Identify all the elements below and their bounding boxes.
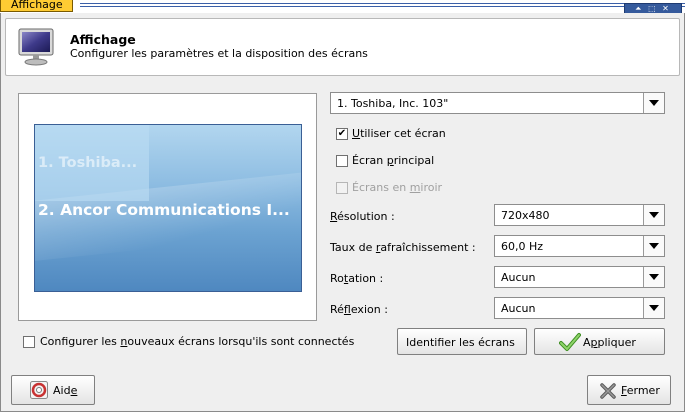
resolution-select[interactable]: 720x480	[494, 204, 665, 226]
chevron-down-icon[interactable]	[643, 267, 664, 287]
auto-configure-label-pre: Configurer les	[40, 335, 121, 348]
auto-configure-label-post: ouveaux écrans lorsqu'ils sont connectés	[127, 335, 355, 348]
refresh-rate-label-pre: Taux de	[330, 241, 376, 254]
help-label-pre: Aid	[53, 384, 71, 397]
rotation-select[interactable]: Aucun	[494, 266, 665, 288]
checkmark-icon: ✔	[337, 128, 347, 139]
identify-screens-label: Identifier les écrans	[406, 336, 515, 349]
mirror-screens-checkbox	[336, 182, 348, 194]
rotation-label-post: ation :	[348, 272, 384, 285]
reflection-label-post: lexion :	[350, 303, 388, 316]
mirror-screens-label-pre: Écrans en	[352, 181, 410, 194]
help-lifebuoy-icon	[30, 381, 48, 402]
auto-configure-checkbox[interactable]	[23, 336, 35, 348]
reflection-select[interactable]: Aucun	[494, 297, 665, 319]
refresh-rate-label: Taux de rafraîchissement :	[330, 241, 476, 254]
apply-label-mnemonic: p	[590, 336, 598, 349]
use-screen-label-post: tiliser cet écran	[360, 127, 446, 140]
chevron-down-icon[interactable]	[643, 205, 664, 225]
monitor-1-label: 1. Toshiba...	[38, 155, 138, 171]
header-subtitle: Configurer les paramètres et la disposit…	[70, 47, 368, 60]
use-screen-label-mnemonic: U	[352, 127, 361, 140]
resolution-value: 720x480	[501, 209, 550, 222]
primary-screen-checkbox[interactable]	[336, 155, 348, 167]
resolution-label-post: ésolution :	[337, 210, 395, 223]
primary-screen-label-mnemonic: p	[386, 154, 394, 167]
primary-screen-label-pre: Écran	[352, 154, 387, 167]
help-label: Aide	[53, 384, 77, 397]
dialog-header: Affichage Configurer les paramètres et l…	[5, 18, 680, 76]
auto-configure-label[interactable]: Configurer les nouveaux écrans lorsqu'il…	[40, 335, 354, 348]
reflection-label-pre: Ré	[330, 303, 344, 316]
apply-label-pre: A	[583, 336, 591, 349]
window-controls-icons[interactable]: ⏶ ⬚ ✕	[635, 4, 671, 13]
titlebar-stripe-2	[80, 6, 685, 7]
primary-screen-label-post: rincipal	[393, 154, 435, 167]
resolution-label: Résolution :	[330, 210, 395, 223]
monitor-select[interactable]: 1. Toshiba, Inc. 103"	[330, 92, 665, 114]
monitor-icon	[18, 27, 54, 67]
rotation-label-pre: Ro	[330, 272, 344, 285]
close-label-post: ermer	[626, 384, 660, 397]
refresh-rate-value: 60,0 Hz	[501, 240, 544, 253]
identify-screens-button[interactable]: Identifier les écrans	[397, 328, 527, 355]
primary-screen-label[interactable]: Écran principal	[352, 154, 434, 167]
rotation-value: Aucun	[501, 271, 536, 284]
chevron-down-icon[interactable]	[643, 298, 664, 318]
mirror-screens-label-mnemonic: m	[409, 181, 421, 194]
close-icon	[599, 382, 617, 403]
refresh-rate-select[interactable]: 60,0 Hz	[494, 235, 665, 257]
reflection-label-mnemonic: f	[343, 303, 351, 316]
titlebar-stripe	[80, 3, 685, 4]
refresh-rate-label-post: afraîchissement :	[380, 241, 476, 254]
mirror-screens-label-post: iroir	[420, 181, 443, 194]
use-screen-checkbox[interactable]: ✔	[336, 128, 348, 140]
window-title: Affichage	[11, 0, 63, 11]
checkmark-icon	[559, 332, 581, 355]
help-button[interactable]: Aide	[11, 375, 95, 405]
header-title: Affichage	[70, 32, 136, 47]
chevron-down-icon[interactable]	[643, 93, 664, 113]
apply-label-post: pliquer	[597, 336, 636, 349]
window-title-tab[interactable]: Affichage	[0, 0, 73, 12]
preview-desktop[interactable]: 1. Toshiba... 2. Ancor Communications I.…	[34, 124, 302, 292]
close-label: Fermer	[621, 384, 660, 397]
use-screen-label[interactable]: Utiliser cet écran	[352, 127, 446, 140]
chevron-down-icon[interactable]	[643, 236, 664, 256]
reflection-label: Réflexion :	[330, 303, 388, 316]
help-label-mnemonic: e	[70, 384, 78, 397]
mirror-screens-label: Écrans en miroir	[352, 181, 442, 194]
rotation-label: Rotation :	[330, 272, 383, 285]
apply-label: Appliquer	[583, 336, 636, 349]
monitor-select-value: 1. Toshiba, Inc. 103"	[337, 97, 449, 110]
apply-button[interactable]: Appliquer	[534, 328, 665, 355]
monitor-2-label: 2. Ancor Communications I...	[38, 201, 290, 219]
monitor-layout-preview[interactable]: 1. Toshiba... 2. Ancor Communications I.…	[18, 93, 317, 321]
reflection-value: Aucun	[501, 302, 536, 315]
window-titlebar[interactable]: Affichage ⏶ ⬚ ✕	[0, 0, 685, 15]
close-button[interactable]: Fermer	[587, 375, 671, 405]
